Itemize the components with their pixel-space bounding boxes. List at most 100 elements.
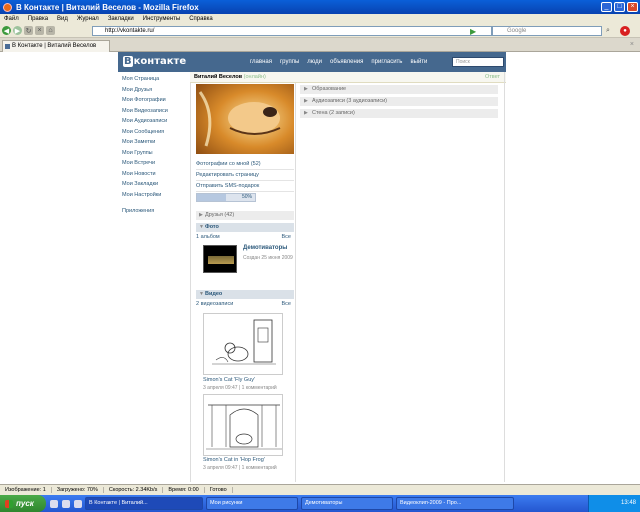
- navigation-toolbar: ◀ ▶ ↻ × ⌂ http://vkontakte.ru/ ▶ Google …: [0, 24, 640, 38]
- nav-invite[interactable]: пригласить: [371, 59, 402, 65]
- edit-page-link[interactable]: Редактировать страницу: [196, 170, 294, 181]
- menu-edit[interactable]: Правка: [28, 16, 48, 22]
- minimize-button[interactable]: _: [601, 2, 612, 12]
- profile-avatar[interactable]: [196, 84, 294, 154]
- menu-help[interactable]: Справка: [189, 16, 213, 22]
- search-icon[interactable]: ⌕: [606, 27, 610, 35]
- forward-button[interactable]: ▶: [13, 26, 22, 35]
- video-thumbnail[interactable]: [203, 313, 283, 375]
- progress-label: 50%: [241, 194, 252, 200]
- album-thumbnail[interactable]: [203, 245, 237, 273]
- left-menu-my-page[interactable]: Моя Страница: [122, 76, 188, 87]
- status-loaded: Загружено: 70%: [52, 487, 104, 493]
- windows-flag-icon: [5, 499, 13, 508]
- nav-ads[interactable]: объявления: [330, 59, 363, 65]
- video-meta: 3 апреля 09:47 | 1 комментарий: [203, 385, 277, 391]
- windows-taskbar: пуск В Контакте | Виталий... Мои рисунки…: [0, 495, 640, 512]
- left-menu-events[interactable]: Мои Встречи: [122, 160, 188, 171]
- video-thumbnail[interactable]: [203, 394, 283, 456]
- online-status: (онлайн): [243, 74, 266, 80]
- left-menu-photos[interactable]: Мои Фотографии: [122, 97, 188, 108]
- reply-link[interactable]: Ответ: [485, 72, 500, 83]
- maximize-button[interactable]: □: [614, 2, 625, 12]
- left-menu-audio[interactable]: Мои Аудиозаписи: [122, 118, 188, 129]
- quicklaunch-icon[interactable]: [62, 499, 70, 508]
- left-menu-friends[interactable]: Мои Друзья: [122, 87, 188, 98]
- photo-all-link[interactable]: Все: [282, 234, 291, 240]
- video-title[interactable]: Simon's Cat in 'Hop Frog': [203, 457, 293, 463]
- left-menu-videos[interactable]: Мои Видеозаписи: [122, 108, 188, 119]
- menu-bar: Файл Правка Вид Журнал Закладки Инструме…: [0, 14, 640, 24]
- tab-label: В Контакте | Виталий Веселов: [12, 43, 97, 49]
- search-input[interactable]: Google: [492, 26, 602, 36]
- status-speed: Скорость: 2.34Kb/s: [104, 487, 164, 493]
- left-menu-settings[interactable]: Мои Настройки: [122, 192, 188, 203]
- collapse-arrow-icon: ▶: [199, 212, 203, 218]
- left-menu-news[interactable]: Мои Новости: [122, 171, 188, 182]
- quicklaunch-icon[interactable]: [74, 499, 82, 508]
- collapse-arrow-icon: ▶: [304, 98, 308, 104]
- addon-icon[interactable]: ●: [620, 26, 630, 36]
- video-title[interactable]: Simon's Cat 'Fly Guy': [203, 377, 293, 383]
- menu-history[interactable]: Журнал: [77, 16, 99, 22]
- education-section[interactable]: ▶ Образование: [300, 85, 498, 94]
- video-section-header[interactable]: ▼ Видео: [196, 290, 294, 299]
- vk-header: Вконтакте главная группы люди объявления…: [118, 52, 506, 72]
- video-meta: 3 апреля 09:47 | 1 комментарий: [203, 465, 277, 471]
- home-button[interactable]: ⌂: [46, 26, 55, 35]
- vk-top-nav: главная группы люди объявления пригласит…: [250, 59, 435, 65]
- taskbar-item-my-pictures[interactable]: Мои рисунки: [206, 497, 298, 510]
- stop-button[interactable]: ×: [35, 26, 44, 35]
- album-title[interactable]: Демотиваторы: [243, 245, 295, 251]
- photo-section-title: Фото: [205, 224, 219, 230]
- taskbar-item-video[interactable]: Видеоклип-2009 - Про...: [396, 497, 514, 510]
- reload-button[interactable]: ↻: [24, 26, 33, 35]
- close-button[interactable]: ×: [627, 2, 638, 12]
- education-section-title: Образование: [312, 86, 347, 92]
- window-titlebar: В Контакте | Виталий Веселов - Mozilla F…: [0, 0, 640, 14]
- sms-gift-link[interactable]: Отправить SMS-подарок: [196, 181, 294, 192]
- left-menu-apps[interactable]: Приложения: [122, 208, 188, 219]
- tab-bar: В Контакте | Виталий Веселов ×: [0, 38, 640, 52]
- collapse-arrow-icon: ▶: [304, 86, 308, 92]
- tab-vkontakte[interactable]: В Контакте | Виталий Веселов: [2, 40, 110, 52]
- firefox-icon: [3, 2, 12, 12]
- taskbar-item-demotivators[interactable]: Демотиваторы: [301, 497, 393, 510]
- vk-search-input[interactable]: Поиск: [452, 57, 504, 67]
- nav-logout[interactable]: выйти: [410, 59, 427, 65]
- profile-progress-bar: 50%: [196, 193, 256, 202]
- nav-home[interactable]: главная: [250, 59, 272, 65]
- left-menu-groups[interactable]: Мои Группы: [122, 150, 188, 161]
- nav-groups[interactable]: группы: [280, 59, 299, 65]
- menu-file[interactable]: Файл: [4, 16, 19, 22]
- left-menu-bookmarks[interactable]: Мои Закладки: [122, 181, 188, 192]
- vk-logo[interactable]: Вконтакте: [123, 56, 186, 67]
- profile-name-bar: Виталий Веселов (онлайн) Ответ: [190, 72, 506, 83]
- status-done: Готово: [205, 487, 233, 493]
- friends-section-header[interactable]: ▶ Друзья (42): [196, 211, 294, 220]
- expand-arrow-icon: ▼: [199, 291, 204, 297]
- left-menu-messages[interactable]: Мои Сообщения: [122, 129, 188, 140]
- album-meta: Создан 25 июня 2009: [243, 255, 293, 261]
- start-button[interactable]: пуск: [0, 495, 46, 512]
- menu-view[interactable]: Вид: [57, 16, 68, 22]
- collapse-arrow-icon: ▶: [304, 110, 308, 116]
- window-title: В Контакте | Виталий Веселов - Mozilla F…: [16, 2, 199, 12]
- status-images: Изображение: 1: [0, 487, 52, 493]
- quicklaunch-icon[interactable]: [50, 499, 58, 508]
- back-button[interactable]: ◀: [2, 26, 11, 35]
- video-section-title: Видео: [205, 291, 223, 297]
- video-all-link[interactable]: Все: [282, 301, 291, 307]
- audio-section[interactable]: ▶ Аудиозаписи (3 аудиозаписи): [300, 97, 498, 106]
- menu-bookmarks[interactable]: Закладки: [108, 16, 134, 22]
- menu-tools[interactable]: Инструменты: [143, 16, 180, 22]
- taskbar-item-firefox[interactable]: В Контакте | Виталий...: [85, 497, 203, 510]
- nav-people[interactable]: люди: [307, 59, 322, 65]
- wall-section[interactable]: ▶ Стена (2 записи): [300, 109, 498, 118]
- left-menu-notes[interactable]: Мои Заметки: [122, 139, 188, 150]
- photo-section-header[interactable]: ▼ Фото: [196, 223, 294, 232]
- go-arrow-icon[interactable]: ▶: [470, 27, 476, 36]
- address-bar[interactable]: http://vkontakte.ru/: [92, 26, 492, 36]
- tab-close-icon[interactable]: ×: [630, 41, 634, 48]
- photos-with-me-link[interactable]: Фотографии со мной (52): [196, 159, 294, 170]
